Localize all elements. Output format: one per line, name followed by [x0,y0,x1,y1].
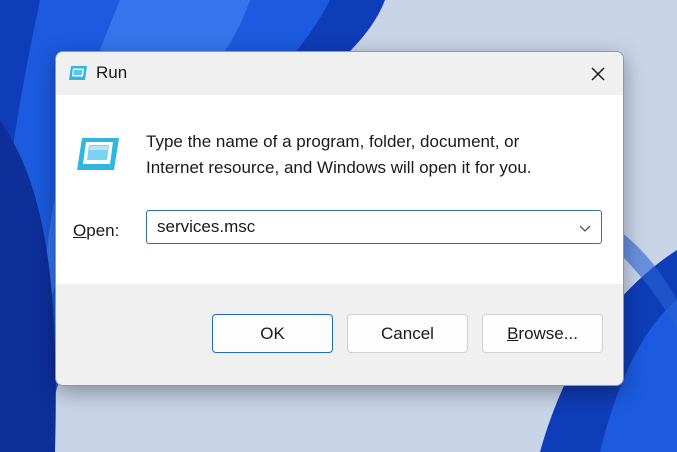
title-bar[interactable]: Run [56,52,623,95]
run-icon [69,66,87,80]
open-label: Open: [73,221,119,241]
open-input[interactable]: services.msc [157,217,557,239]
browse-button-label: rowse... [518,323,578,343]
open-label-mnemonic: O [73,221,87,240]
ok-button[interactable]: OK [212,314,333,353]
description-line-1: Type the name of a program, folder, docu… [146,132,520,151]
run-dialog: Run Type the name of a program, folder, … [55,51,624,386]
description-line-2: Internet resource, and Windows will open… [146,158,532,177]
window-title: Run [96,63,128,82]
open-combobox[interactable]: services.msc [146,210,602,244]
close-icon [591,66,605,81]
run-program-icon [77,138,119,170]
close-button[interactable] [573,52,623,95]
cancel-button-label: Cancel [381,323,434,343]
browse-button-mnemonic: B [507,323,519,343]
description-text: Type the name of a program, folder, docu… [146,129,606,181]
browse-button[interactable]: Browse... [482,314,603,353]
button-bar: OK Cancel Browse... [56,284,623,385]
chevron-down-icon[interactable] [577,220,593,236]
open-label-text: pen: [86,221,120,240]
cancel-button[interactable]: Cancel [347,314,468,353]
dialog-content: Type the name of a program, folder, docu… [56,95,623,284]
ok-button-label: OK [260,323,285,343]
